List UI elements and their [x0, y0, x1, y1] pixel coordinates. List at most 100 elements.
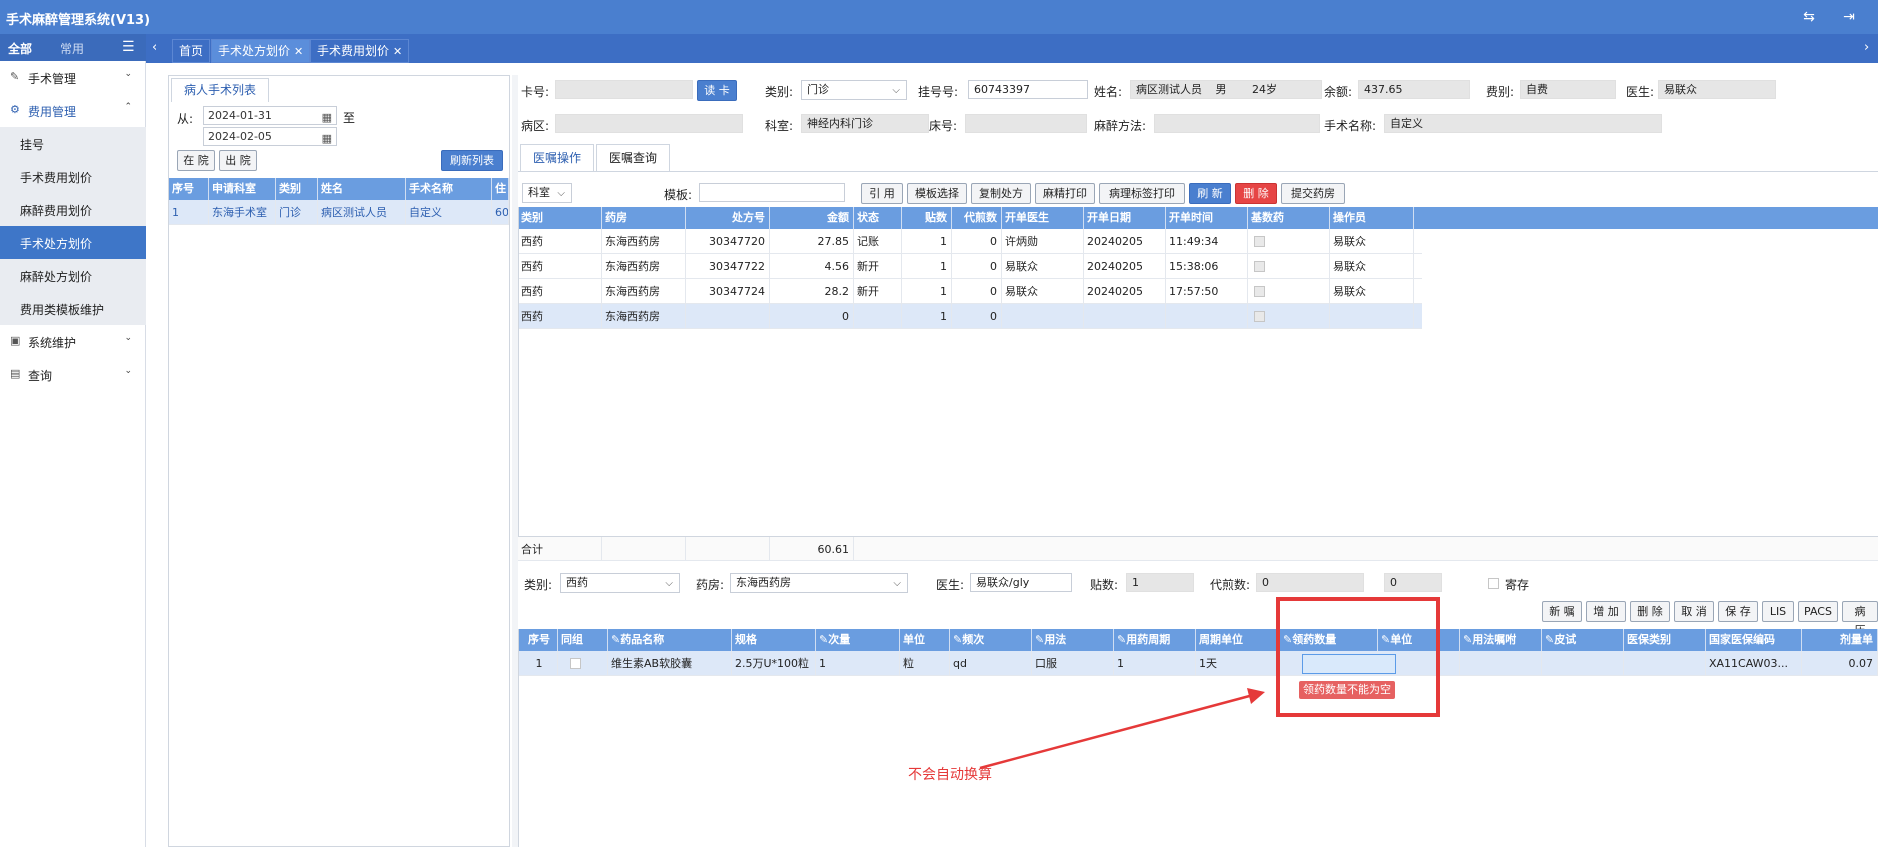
detail-doctor-field[interactable]: 易联众/gly [970, 573, 1072, 592]
date-to-input[interactable]: 2024-02-05 ▦ [203, 127, 337, 146]
narcotic-print-button[interactable]: 麻精打印 [1035, 183, 1095, 204]
sidebar-menu-system[interactable]: ▣ 系统维护 ⌄ [0, 325, 146, 358]
date-from-label: 从: [177, 112, 194, 126]
drug-grid-border [518, 629, 519, 847]
sidebar-item-anes-rx[interactable]: 麻醉处方划价 [0, 259, 146, 292]
detail-decoct-field-2: 0 [1384, 573, 1442, 592]
medical-record-button[interactable]: 病 历 [1842, 601, 1878, 637]
calendar-icon[interactable]: ▦ [322, 130, 332, 147]
dept-label: 科室: [765, 119, 794, 133]
reg-no-field[interactable]: 60743397 [968, 80, 1088, 99]
menu-toggle-icon[interactable]: ☰ [122, 39, 135, 55]
calendar-icon[interactable]: ▦ [322, 109, 332, 126]
table-row[interactable]: 西药 东海西药房 30347724 28.2 新开 1 0 易联众 202402… [518, 279, 1422, 304]
monitor-icon: ▣ [10, 334, 21, 347]
read-card-button[interactable]: 读 卡 [697, 80, 737, 101]
surgery-name-field: 自定义 [1384, 114, 1662, 133]
tab-order-query[interactable]: 医嘱查询 [596, 144, 671, 172]
bed-field [965, 114, 1087, 133]
sidebar-menu-surgery[interactable]: ✎ 手术管理 ⌄ [0, 61, 146, 94]
ward-field [555, 114, 743, 133]
category-select[interactable]: 门诊 ⌵ [801, 80, 907, 100]
pacs-button[interactable]: PACS [1798, 601, 1838, 622]
sidebar-item-fee-template[interactable]: 费用类模板维护 [0, 292, 146, 325]
base-drug-checkbox[interactable] [1254, 311, 1265, 322]
tabs-prev-icon[interactable]: ‹ [152, 40, 157, 55]
detail-decoct-field: 0 [1256, 573, 1364, 592]
deposit-label: 寄存 [1505, 578, 1530, 592]
fee-type-label: 费别: [1486, 85, 1515, 99]
table-row[interactable]: 西药 东海西药房 30347722 4.56 新开 1 0 易联众 202402… [518, 254, 1422, 279]
template-select-button[interactable]: 模板选择 [907, 183, 967, 204]
panel-tab-patient-list[interactable]: 病人手术列表 [171, 78, 270, 102]
cancel-button[interactable]: 取 消 [1674, 601, 1714, 622]
ward-label: 病区: [521, 119, 550, 133]
tab-surgery-rx[interactable]: 手术处方划价 ✕ [211, 39, 311, 63]
doctor-field: 易联众 [1658, 80, 1776, 99]
reference-button[interactable]: 引 用 [861, 183, 903, 204]
chevron-down-icon: ⌵ [557, 188, 565, 199]
logout-icon[interactable]: ⇥ [1840, 8, 1858, 26]
copy-rx-button[interactable]: 复制处方 [971, 183, 1031, 204]
tab-order-operation[interactable]: 医嘱操作 [520, 144, 595, 172]
table-row[interactable]: 1 东海手术室 门诊 病区测试人员 自定义 60 [169, 200, 509, 225]
sidebar-item-surgery-fee[interactable]: 手术费用划价 [0, 160, 146, 193]
switch-user-icon[interactable]: ⇆ [1800, 8, 1818, 26]
same-group-checkbox[interactable] [570, 658, 581, 669]
chevron-down-icon: ⌄ [124, 69, 132, 79]
refresh-list-button[interactable]: 刷新列表 [441, 150, 503, 171]
dept-filter-select[interactable]: 科室 ⌵ [522, 183, 572, 203]
detail-pharmacy-label: 药房: [696, 578, 725, 592]
tabs-next-icon[interactable]: › [1864, 40, 1869, 55]
in-hospital-button[interactable]: 在 院 [177, 150, 215, 171]
sidebar-menu-fees[interactable]: ⚙ 费用管理 ⌃ [0, 94, 146, 127]
close-icon[interactable]: ✕ [294, 45, 303, 58]
detail-tie-field: 1 [1126, 573, 1194, 592]
save-button[interactable]: 保 存 [1718, 601, 1758, 622]
table-row[interactable]: 1 维生素AB软胶囊 2.5万U*100粒 1 粒 qd 口服 1 1天 瓶 X… [518, 651, 1878, 676]
sidebar-tab-all[interactable]: 全部 [8, 40, 32, 57]
sidebar-item-anes-fee[interactable]: 麻醉费用划价 [0, 193, 146, 226]
base-drug-checkbox[interactable] [1254, 261, 1265, 272]
rx-table-header: 类别 药房 处方号 金额 状态 贴数 代煎数 开单医生 开单日期 开单时间 基数… [518, 207, 1878, 229]
editable-col-icon: ✎药品名称 [608, 629, 732, 651]
detail-category-select[interactable]: 西药 ⌵ [560, 573, 680, 593]
balance-label: 余额: [1324, 85, 1353, 99]
submit-pharmacy-button[interactable]: 提交药房 [1281, 183, 1345, 204]
delete-button[interactable]: 删 除 [1235, 183, 1277, 204]
gear-icon: ⚙ [10, 103, 20, 116]
sidebar-item-surgery-rx[interactable]: 手术处方划价 [0, 226, 146, 259]
sidebar-item-register[interactable]: 挂号 [0, 127, 146, 160]
sidebar-tab-common[interactable]: 常用 [60, 40, 84, 57]
detail-pharmacy-select[interactable]: 东海西药房 ⌵ [730, 573, 908, 593]
deposit-checkbox[interactable] [1488, 578, 1499, 589]
refresh-button[interactable]: 刷 新 [1189, 183, 1231, 204]
fee-type-field: 自费 [1520, 80, 1616, 99]
close-icon[interactable]: ✕ [393, 45, 402, 58]
table-row[interactable]: 西药 东海西药房 0 1 0 [518, 304, 1422, 329]
pathology-label-print-button[interactable]: 病理标签打印 [1099, 183, 1185, 204]
remove-button[interactable]: 删 除 [1630, 601, 1670, 622]
tab-surgery-fee[interactable]: 手术费用划价 ✕ [310, 39, 410, 63]
new-order-button[interactable]: 新 嘱 [1542, 601, 1582, 622]
out-hospital-button[interactable]: 出 院 [219, 150, 257, 171]
base-drug-checkbox[interactable] [1254, 236, 1265, 247]
card-field[interactable] [555, 80, 693, 99]
lis-button[interactable]: LIS [1762, 601, 1794, 622]
template-label: 模板: [664, 188, 693, 202]
chevron-down-icon: ⌵ [665, 578, 673, 589]
chevron-down-icon: ⌄ [124, 366, 132, 376]
base-drug-checkbox[interactable] [1254, 286, 1265, 297]
date-from-input[interactable]: 2024-01-31 ▦ [203, 106, 337, 125]
sidebar-menu-query[interactable]: ▤ 查询 ⌄ [0, 358, 146, 391]
add-button[interactable]: 增 加 [1586, 601, 1626, 622]
annotation-text: 不会自动换算 [908, 767, 992, 783]
tab-home[interactable]: 首页 [172, 39, 211, 63]
dept-field: 神经内科门诊 [801, 114, 929, 133]
template-input[interactable] [699, 183, 845, 202]
tabs-divider [518, 171, 1878, 172]
surgery-name-label: 手术名称: [1324, 119, 1377, 133]
rx-grid-border [518, 207, 519, 559]
chevron-up-icon: ⌃ [124, 102, 132, 112]
table-row[interactable]: 西药 东海西药房 30347720 27.85 记账 1 0 许炳勋 20240… [518, 229, 1422, 254]
